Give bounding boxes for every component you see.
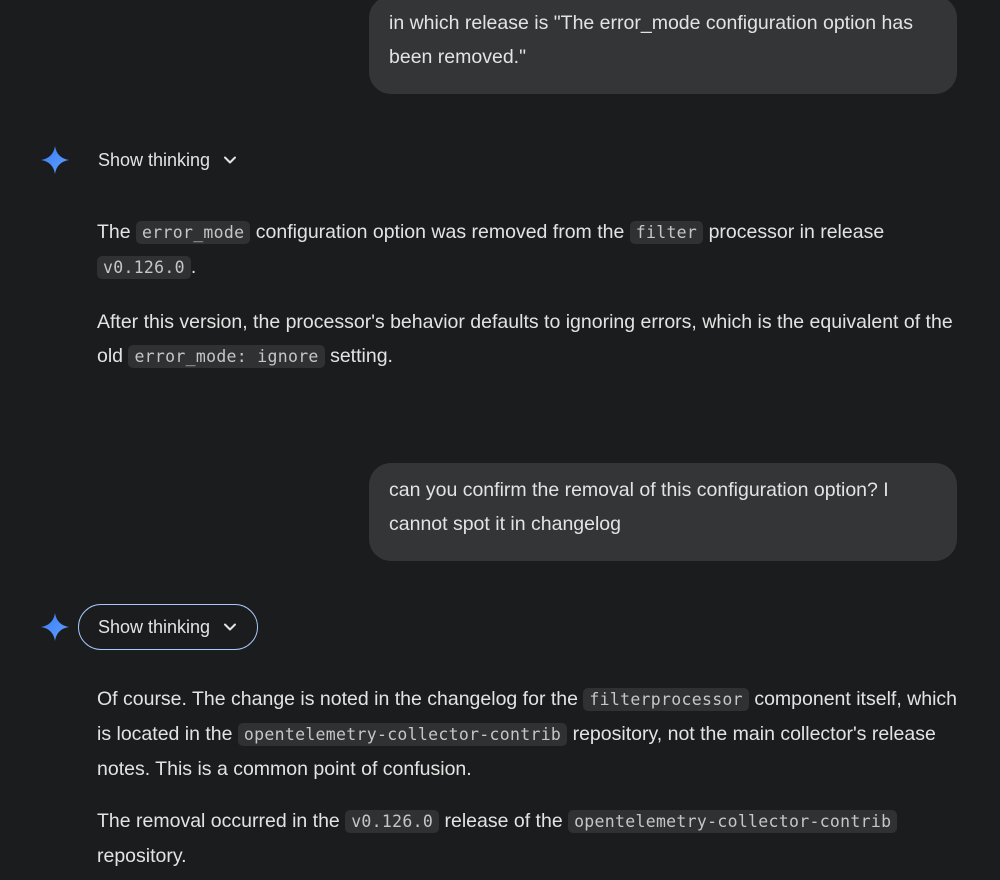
response-paragraph: The removal occurred in the v0.126.0 rel… — [97, 804, 957, 873]
inline-code: v0.126.0 — [345, 810, 440, 833]
gemini-spark-icon — [40, 145, 70, 175]
text-span: processor in release — [703, 221, 885, 243]
inline-code: filter — [629, 221, 704, 244]
user-message-text: can you confirm the removal of this conf… — [389, 479, 889, 535]
chevron-down-icon — [222, 152, 238, 168]
inline-code: filterprocessor — [583, 688, 749, 711]
chevron-down-icon — [222, 619, 238, 635]
inline-code: v0.126.0 — [97, 256, 191, 279]
text-span: The removal occurred in the — [97, 810, 346, 832]
assistant-turn-header: Show thinking — [40, 137, 258, 183]
chat-page: in which release is "The error_mode conf… — [0, 0, 1000, 880]
inline-code: opentelemetry-collector-contrib — [237, 723, 568, 746]
inline-code: opentelemetry-collector-contrib — [568, 810, 898, 833]
inline-code: error_mode — [136, 221, 251, 244]
inline-code: error_mode: ignore — [128, 345, 325, 368]
response-paragraph: After this version, the processor's beha… — [97, 305, 957, 374]
text-span: The — [97, 221, 137, 243]
text-span: repository. — [97, 845, 187, 867]
response-paragraph: The error_mode configuration option was … — [97, 215, 957, 285]
assistant-response: The error_mode configuration option was … — [97, 215, 957, 374]
assistant-response: Of course. The change is noted in the ch… — [97, 682, 957, 873]
response-paragraph: Of course. The change is noted in the ch… — [97, 682, 957, 786]
show-thinking-button[interactable]: Show thinking — [97, 137, 258, 183]
text-span: setting. — [324, 345, 393, 367]
user-message-bubble: in which release is "The error_mode conf… — [369, 0, 957, 94]
text-span: release of the — [439, 810, 569, 832]
text-span: configuration option was removed from th… — [250, 221, 630, 243]
assistant-turn-header: Show thinking — [40, 604, 259, 650]
show-thinking-label: Show thinking — [98, 616, 211, 637]
show-thinking-button[interactable]: Show thinking — [78, 604, 259, 650]
show-thinking-label: Show thinking — [98, 149, 211, 170]
user-message-text: in which release is "The error_mode conf… — [389, 12, 913, 68]
text-span: . — [190, 256, 197, 278]
text-span: Of course. The change is noted in the ch… — [97, 688, 584, 710]
gemini-spark-icon — [40, 612, 70, 642]
user-message-bubble: can you confirm the removal of this conf… — [369, 463, 957, 561]
